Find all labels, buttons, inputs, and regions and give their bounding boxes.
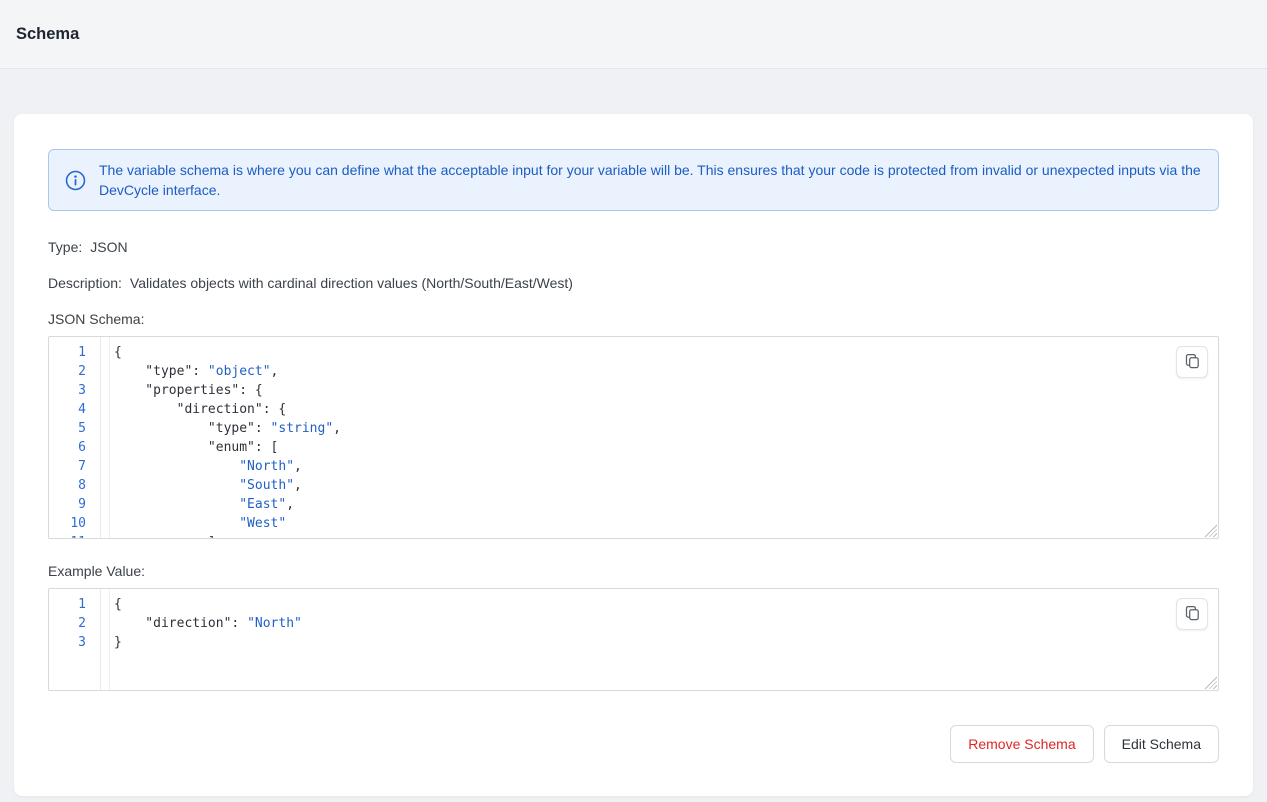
actions-bar: Remove Schema Edit Schema bbox=[48, 725, 1219, 763]
copy-button[interactable] bbox=[1176, 346, 1208, 378]
json-schema-editor[interactable]: 1234567891011 { "type": "object", "prope… bbox=[48, 336, 1219, 539]
remove-schema-button[interactable]: Remove Schema bbox=[950, 725, 1093, 763]
type-label: Type: bbox=[48, 239, 82, 255]
example-value-editor[interactable]: 123 { "direction": "North"} bbox=[48, 588, 1219, 691]
description-row: Description: Validates objects with cardi… bbox=[48, 275, 1219, 291]
info-alert-text: The variable schema is where you can def… bbox=[99, 160, 1202, 200]
type-row: Type: JSON bbox=[48, 239, 1219, 255]
indent-guide bbox=[109, 337, 110, 538]
schema-card: The variable schema is where you can def… bbox=[14, 114, 1253, 796]
json-schema-label: JSON Schema: bbox=[48, 311, 1219, 327]
copy-icon bbox=[1184, 605, 1200, 624]
edit-schema-button[interactable]: Edit Schema bbox=[1104, 725, 1219, 763]
editor-gutter: 123 bbox=[49, 589, 101, 690]
info-alert: The variable schema is where you can def… bbox=[48, 149, 1219, 211]
page-title: Schema bbox=[16, 25, 79, 44]
copy-icon bbox=[1184, 353, 1200, 372]
type-value: JSON bbox=[90, 239, 127, 255]
indent-guide bbox=[109, 589, 110, 690]
page-header: Schema bbox=[0, 0, 1267, 69]
editor-gutter: 1234567891011 bbox=[49, 337, 101, 538]
info-circle-icon bbox=[65, 170, 86, 191]
copy-button[interactable] bbox=[1176, 598, 1208, 630]
editor-code[interactable]: { "type": "object", "properties": { "dir… bbox=[101, 337, 1218, 538]
description-label: Description: bbox=[48, 275, 122, 291]
editor-code[interactable]: { "direction": "North"} bbox=[101, 589, 1218, 690]
description-value: Validates objects with cardinal directio… bbox=[130, 275, 573, 291]
example-value-label: Example Value: bbox=[48, 563, 1219, 579]
